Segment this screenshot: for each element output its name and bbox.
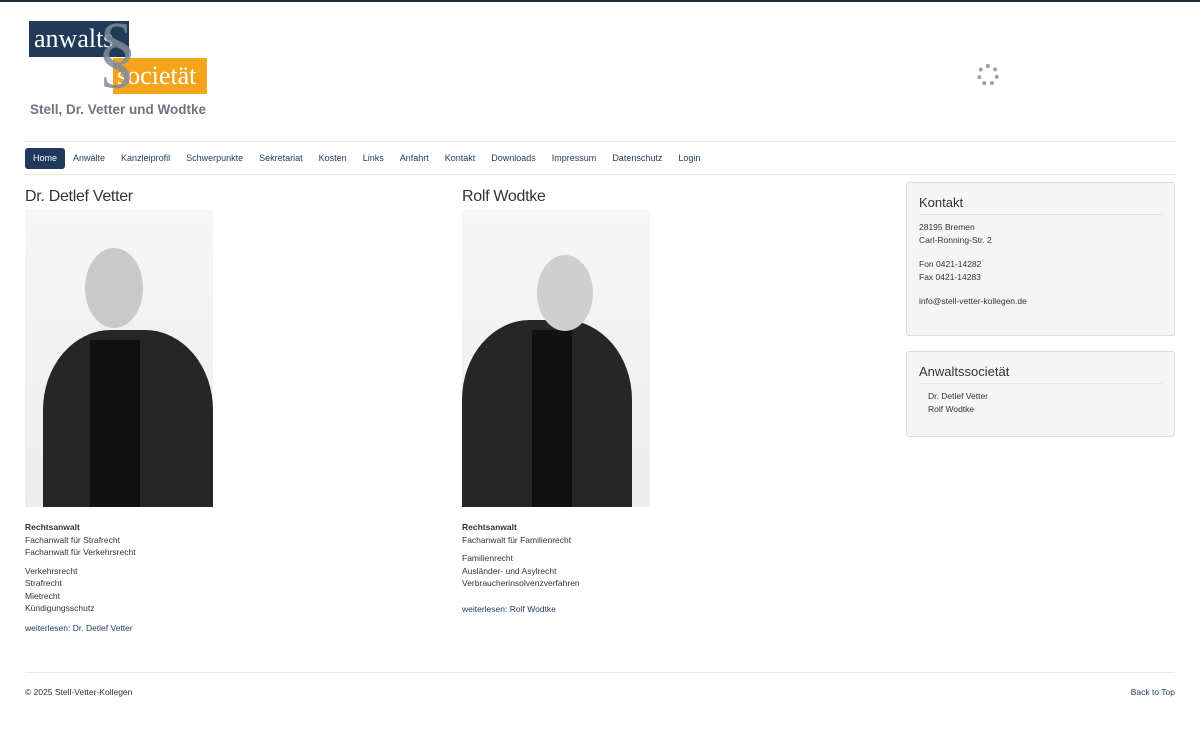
lawyer-area: Verkehrsrecht — [25, 565, 78, 576]
paragraph-icon: § — [97, 8, 137, 96]
lawyer-name: Rolf Wodtke — [462, 188, 546, 205]
lawyer-area: Familienrecht — [462, 553, 514, 563]
contact-email-link[interactable]: info@stell-vetter-kollegen.de — [919, 295, 1162, 308]
lawyer-area: Ausländer- und Asylrecht — [462, 565, 557, 576]
lawyer-photo — [462, 210, 650, 507]
nav-item-kosten[interactable]: Kosten — [311, 148, 355, 169]
nav-item-anfahrt[interactable]: Anfahrt — [392, 148, 437, 169]
readmore-link-vetter[interactable]: weiterlesen: Dr. Detlef Vetter — [25, 622, 425, 635]
society-panel: Anwaltssocietät Dr. Detlef Vetter Rolf W… — [906, 351, 1175, 437]
lawyer-name: Dr. Detlef Vetter — [25, 188, 133, 205]
contact-heading: Kontakt — [919, 195, 1162, 215]
lawyer-card: Rolf Wodtke Rechtsanwalt Fachanwalt für … — [462, 188, 862, 615]
contact-city: 28195 Bremen — [919, 222, 975, 232]
loading-spinner-icon — [977, 64, 999, 86]
nav-item-links[interactable]: Links — [355, 148, 392, 169]
main-navigation: Home Anwälte Kanzleiprofil Schwerpunkte … — [25, 148, 1175, 175]
lawyer-specialty: Fachanwalt für Familienrecht — [462, 534, 572, 545]
nav-item-anwaelte[interactable]: Anwälte — [65, 148, 113, 169]
lawyer-title: Rechtsanwalt — [25, 522, 80, 532]
lawyer-photo — [25, 210, 213, 507]
copyright-text: © 2025 Stell-Vetter-Kollegen — [25, 687, 133, 697]
lawyer-area: Verbraucherinsolvenzverfahren — [462, 578, 580, 588]
back-to-top-link[interactable]: Back to Top — [1131, 687, 1175, 697]
nav-item-downloads[interactable]: Downloads — [483, 148, 544, 169]
contact-street: Carl-Ronning-Str. 2 — [919, 234, 992, 245]
site-logo[interactable]: anwalts societät § Stell, Dr. Vetter und… — [29, 12, 219, 123]
contact-panel: Kontakt 28195 Bremen Carl-Ronning-Str. 2… — [906, 182, 1175, 336]
lawyer-specialty: Fachanwalt für Strafrecht — [25, 534, 120, 545]
nav-item-login[interactable]: Login — [670, 148, 708, 169]
society-member-link[interactable]: Dr. Detlef Vetter — [928, 390, 1162, 403]
lawyer-area: Kündigungsschutz — [25, 603, 95, 613]
society-heading: Anwaltssocietät — [919, 364, 1162, 384]
readmore-link-wodtke[interactable]: weiterlesen: Rolf Wodtke — [462, 603, 862, 616]
nav-item-impressum[interactable]: Impressum — [544, 148, 605, 169]
lawyer-area: Strafrecht — [25, 578, 62, 588]
lawyer-area: Mietrecht — [25, 590, 60, 601]
lawyer-title: Rechtsanwalt — [462, 522, 517, 532]
contact-phone: Fon 0421-14282 — [919, 259, 982, 269]
nav-item-kontakt[interactable]: Kontakt — [437, 148, 484, 169]
nav-item-datenschutz[interactable]: Datenschutz — [604, 148, 670, 169]
lawyer-specialty: Fachanwalt für Verkehrsrecht — [25, 547, 136, 557]
logo-subtitle: Stell, Dr. Vetter und Wodtke — [30, 102, 207, 117]
nav-item-schwerpunkte[interactable]: Schwerpunkte — [178, 148, 251, 169]
nav-item-sekretariat[interactable]: Sekretariat — [251, 148, 311, 169]
nav-item-kanzleiprofil[interactable]: Kanzleiprofil — [113, 148, 178, 169]
site-header: anwalts societät § Stell, Dr. Vetter und… — [25, 2, 1175, 142]
nav-item-home[interactable]: Home — [25, 148, 66, 169]
site-footer: © 2025 Stell-Vetter-Kollegen Back to Top — [25, 672, 1175, 697]
lawyer-card: Dr. Detlef Vetter Rechtsanwalt Fachanwal… — [25, 188, 425, 634]
society-member-link[interactable]: Rolf Wodtke — [928, 403, 1162, 416]
contact-fax: Fax 0421-14283 — [919, 271, 981, 282]
